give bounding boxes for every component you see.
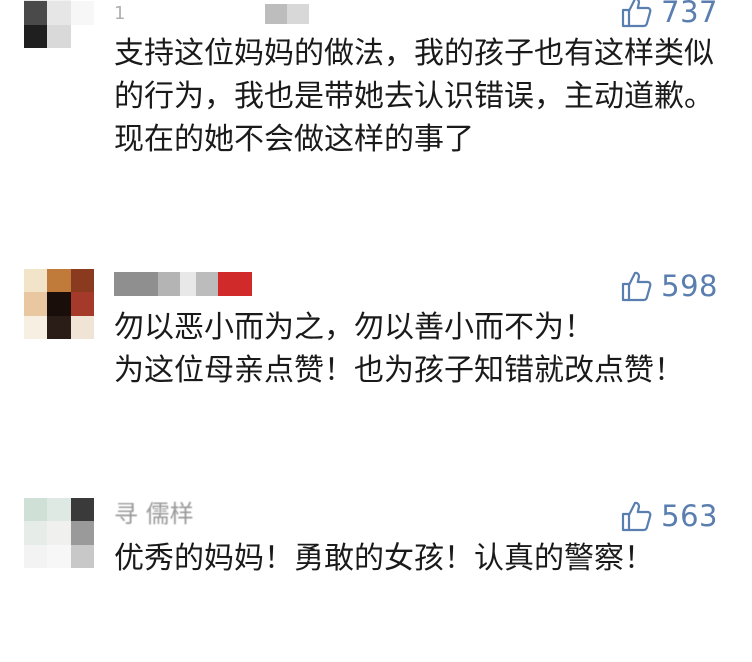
comment-line: 勿以恶小而为之，勿以善小而不为！ xyxy=(114,310,594,345)
username-mosaic xyxy=(196,272,218,296)
thumbs-up-icon xyxy=(622,271,652,302)
avatar[interactable] xyxy=(24,269,94,339)
avatar[interactable] xyxy=(24,0,94,48)
username-mosaic xyxy=(125,2,266,26)
username[interactable] xyxy=(114,270,252,298)
username[interactable]: 1 xyxy=(114,0,310,28)
username-mosaic xyxy=(218,272,252,296)
username[interactable]: 寻 儒样 xyxy=(114,500,194,528)
like-button[interactable]: 598 xyxy=(619,268,718,304)
username-mosaic xyxy=(114,272,158,296)
thumbs-up-icon xyxy=(622,501,652,532)
username-mosaic xyxy=(287,4,310,24)
username-text: 寻 儒样 xyxy=(114,500,194,528)
comment-text: 优秀的妈妈！勇敢的女孩！认真的警察！ xyxy=(114,541,654,576)
username-mosaic xyxy=(265,4,288,24)
like-count: 563 xyxy=(661,499,718,533)
like-button[interactable]: 737 xyxy=(619,0,718,30)
like-count: 598 xyxy=(661,269,718,303)
username-mosaic xyxy=(158,272,180,296)
comment-text: 支持这位妈妈的做法，我的孩子也有这样类似的行为，我也是带她去认识错误，主动道歉。… xyxy=(114,36,714,157)
like-button[interactable]: 563 xyxy=(619,498,718,534)
like-count: 737 xyxy=(661,0,718,29)
avatar[interactable] xyxy=(24,498,94,568)
username-mosaic xyxy=(180,272,196,296)
thumbs-up-icon xyxy=(622,0,652,28)
comment-text: 勿以恶小而为之，勿以善小而不为！ 为这位母亲点赞！也为孩子知错就改点赞！ xyxy=(114,306,714,392)
username-text: 1 xyxy=(114,3,126,24)
comment-line: 为这位母亲点赞！也为孩子知错就改点赞！ xyxy=(114,353,684,388)
